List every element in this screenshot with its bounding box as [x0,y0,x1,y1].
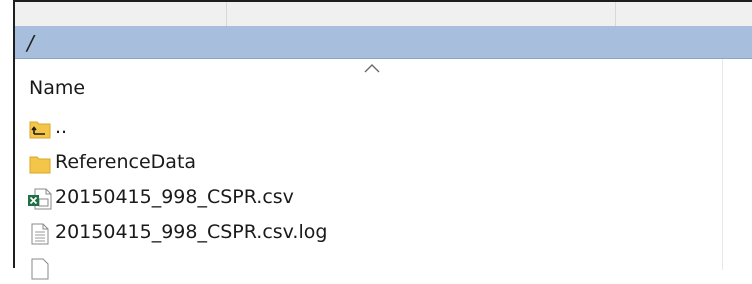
file-name: 20150415_998_CSPR.csv [55,186,294,208]
file-name: ReferenceData [55,151,197,173]
list-item-file[interactable]: 20150415_998_CSPR.csv [15,184,722,214]
file-browser-panel: / Name .. ReferenceData 20150415_998_CSP… [13,0,752,280]
excel-csv-icon [28,188,52,210]
text-file-icon [31,223,49,245]
file-icon [31,258,49,280]
folder-up-icon [29,121,51,139]
toolbar-strip [15,2,752,27]
column-header-row: Name [15,59,752,107]
toolbar-separator [226,2,227,26]
path-bar[interactable]: / [15,26,752,59]
list-item-folder[interactable]: ReferenceData [15,149,722,179]
list-item-file[interactable]: 20150415_998_CSPR.csv.log [15,219,722,249]
file-name: .. [55,116,68,138]
name-column-header[interactable]: Name [15,59,723,107]
folder-icon [29,156,51,174]
toolbar-separator [615,2,616,26]
sort-ascending-icon [364,64,380,73]
column-divider[interactable] [722,59,723,270]
file-name: 20150415_998_CSPR.csv.log [55,221,328,243]
name-column-label: Name [29,77,86,99]
list-item-file[interactable] [15,254,722,284]
current-path: / [27,31,34,55]
list-item-parent[interactable]: .. [15,114,722,144]
